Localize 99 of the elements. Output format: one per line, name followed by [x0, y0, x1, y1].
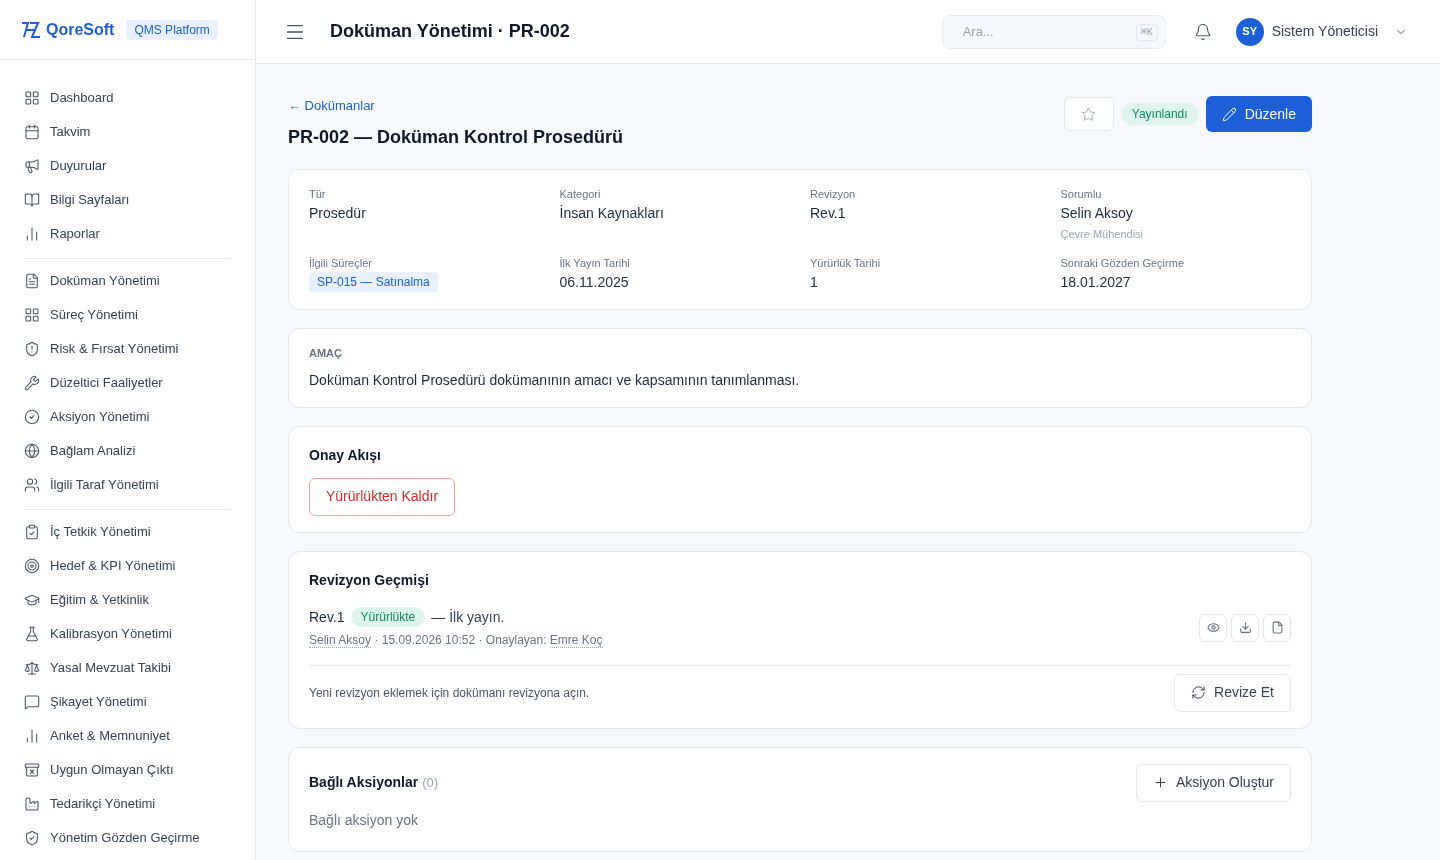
- star-icon: [1081, 106, 1097, 122]
- users-icon: [24, 477, 40, 493]
- sidebar-item[interactable]: Eğitim & Yetkinlik: [24, 583, 231, 617]
- sidebar-item[interactable]: Risk & Fırsat Yönetimi: [24, 332, 231, 366]
- sidebar-item[interactable]: Şikayet Yönetimi: [24, 685, 231, 719]
- pencil-icon: [1221, 106, 1237, 122]
- refresh-icon: [1191, 685, 1207, 700]
- globe-icon: [24, 443, 40, 459]
- view-button[interactable]: [1199, 613, 1227, 642]
- factory-icon: [24, 796, 40, 812]
- create-action-button[interactable]: Aksiyon Oluştur: [1135, 763, 1291, 802]
- sidebar-item[interactable]: Kalibrasyon Yönetimi: [24, 617, 231, 651]
- sidebar-item[interactable]: Raporlar: [24, 217, 231, 251]
- file-icon: [1270, 621, 1284, 634]
- brand-name: QoreSoft: [46, 19, 115, 40]
- field-label: Yürürlük Tarihi: [810, 255, 882, 271]
- megaphone-icon: [24, 158, 40, 174]
- field-label: Kategori: [559, 186, 602, 202]
- bar-chart-icon: [24, 728, 40, 744]
- sidebar-item[interactable]: İç Tetkik Yönetimi: [24, 515, 231, 549]
- file-button[interactable]: [1263, 613, 1291, 642]
- revision-note: — İlk yayın.: [431, 607, 505, 627]
- revision-hint: Yeni revizyon eklemek için dokümanı revizyona açın.: [309, 684, 590, 702]
- shield-icon: [24, 341, 40, 357]
- revise-button[interactable]: Revize Et: [1174, 673, 1291, 712]
- field-value: Rev.1: [810, 204, 847, 223]
- sidebar-item[interactable]: Bağlam Analizi: [24, 434, 231, 468]
- section-label: AMAÇ: [309, 346, 343, 361]
- action-count: (0): [422, 773, 439, 792]
- section-title: Onay Akışı: [309, 445, 382, 465]
- field-label: Sonraki Gözden Geçirme: [1060, 255, 1185, 271]
- scale-icon: [24, 660, 40, 676]
- grid-icon: [24, 307, 40, 323]
- field-label: İlgili Süreçler: [309, 255, 373, 271]
- status-badge: Yayınlandı: [1121, 103, 1198, 125]
- sidebar-item[interactable]: Tedarikçi Yönetimi: [24, 787, 231, 821]
- document-icon: [24, 273, 40, 289]
- back-link[interactable]: ← Dokümanlar: [288, 96, 624, 116]
- calendar-icon: [24, 124, 40, 140]
- sidebar-item[interactable]: Düzeltici Faaliyetler: [24, 366, 231, 400]
- check-circle-icon: [24, 409, 40, 425]
- bar-chart-icon: [24, 226, 40, 242]
- approver-link[interactable]: Emre Koç: [549, 632, 603, 648]
- user-name: Sistem Yöneticisi: [1271, 22, 1378, 41]
- field-label: Sorumlu: [1060, 186, 1103, 202]
- grid-icon: [24, 90, 40, 106]
- sidebar-item[interactable]: Anket & Memnuniyet: [24, 719, 231, 753]
- field-label: İlk Yayın Tarihi: [559, 255, 631, 271]
- revision-status-badge: Yürürlükte: [350, 607, 426, 627]
- process-tag[interactable]: SP-015 — Satınalma: [309, 272, 438, 292]
- shield-check-icon: [24, 830, 40, 846]
- sidebar-item[interactable]: İlgili Taraf Yönetimi: [24, 468, 231, 502]
- sidebar-item[interactable]: Aksiyon Yönetimi: [24, 400, 231, 434]
- field-label: Revizyon: [810, 186, 857, 202]
- user-menu[interactable]: SY Sistem Yöneticisi: [1235, 17, 1408, 46]
- field-value: 18.01.2027: [1060, 273, 1132, 292]
- wrench-icon: [24, 375, 40, 391]
- archive-icon: [24, 762, 40, 778]
- page-title: Doküman Yönetimi · PR-002: [330, 20, 570, 43]
- sidebar-item[interactable]: Yönetim Gözden Geçirme: [24, 821, 231, 855]
- section-title: Revizyon Geçmişi: [309, 570, 430, 590]
- message-icon: [24, 694, 40, 710]
- user-avatar: SY: [1235, 17, 1264, 46]
- author-link[interactable]: Selin Aksoy: [309, 632, 372, 648]
- revision-meta: Selin Aksoy · 15.09.2026 10:52 · Onaylayan: Emre Koç: [309, 631, 603, 649]
- field-value: Selin Aksoy: [1060, 204, 1134, 223]
- sidebar-item[interactable]: Doküman Yönetimi: [24, 264, 231, 298]
- field-value: 1: [810, 273, 819, 292]
- sidebar-item[interactable]: Hedef & KPI Yönetimi: [24, 549, 231, 583]
- eye-icon: [1206, 621, 1220, 634]
- sidebar-item[interactable]: Dashboard: [24, 81, 231, 115]
- sidebar-item[interactable]: Süreç Yönetimi: [24, 298, 231, 332]
- platform-badge: QMS Platform: [126, 19, 218, 40]
- section-title: Bağlı Aksiyonlar: [309, 773, 419, 792]
- download-icon: [1238, 621, 1252, 634]
- field-value: İnsan Kaynakları: [559, 204, 665, 223]
- document-title: PR-002 — Doküman Kontrol Prosedürü: [288, 125, 624, 149]
- edit-button[interactable]: Düzenle: [1205, 96, 1312, 132]
- sidebar-item[interactable]: Uygun Olmayan Çıktı: [24, 753, 231, 787]
- shortcut-hint: ⌘K: [1135, 23, 1158, 41]
- graduation-cap-icon: [24, 592, 40, 608]
- field-subtext: Çevre Mühendisi: [1060, 227, 1145, 242]
- download-button[interactable]: [1231, 613, 1259, 642]
- target-icon: [24, 558, 40, 574]
- sidebar-item[interactable]: Yasal Mevzuat Takibi: [24, 651, 231, 685]
- flask-icon: [24, 626, 40, 642]
- plus-icon: [1152, 775, 1168, 790]
- withdraw-button[interactable]: Yürürlükten Kaldır: [309, 477, 456, 516]
- sidebar-item[interactable]: Duyurular: [24, 149, 231, 183]
- sidebar-item[interactable]: Takvim: [24, 115, 231, 149]
- revision-number: Rev.1: [309, 607, 345, 627]
- field-label: Tür: [309, 186, 327, 202]
- field-value: Prosedür: [309, 204, 367, 223]
- clipboard-icon: [24, 524, 40, 540]
- book-icon: [24, 192, 40, 208]
- purpose-text: Doküman Kontrol Prosedürü dokümanının amacı ve kapsamının tanımlanması.: [309, 370, 801, 390]
- sidebar-item[interactable]: Bilgi Sayfaları: [24, 183, 231, 217]
- field-value: 06.11.2025: [559, 273, 630, 292]
- empty-state-text: Bağlı aksiyon yok: [309, 810, 419, 830]
